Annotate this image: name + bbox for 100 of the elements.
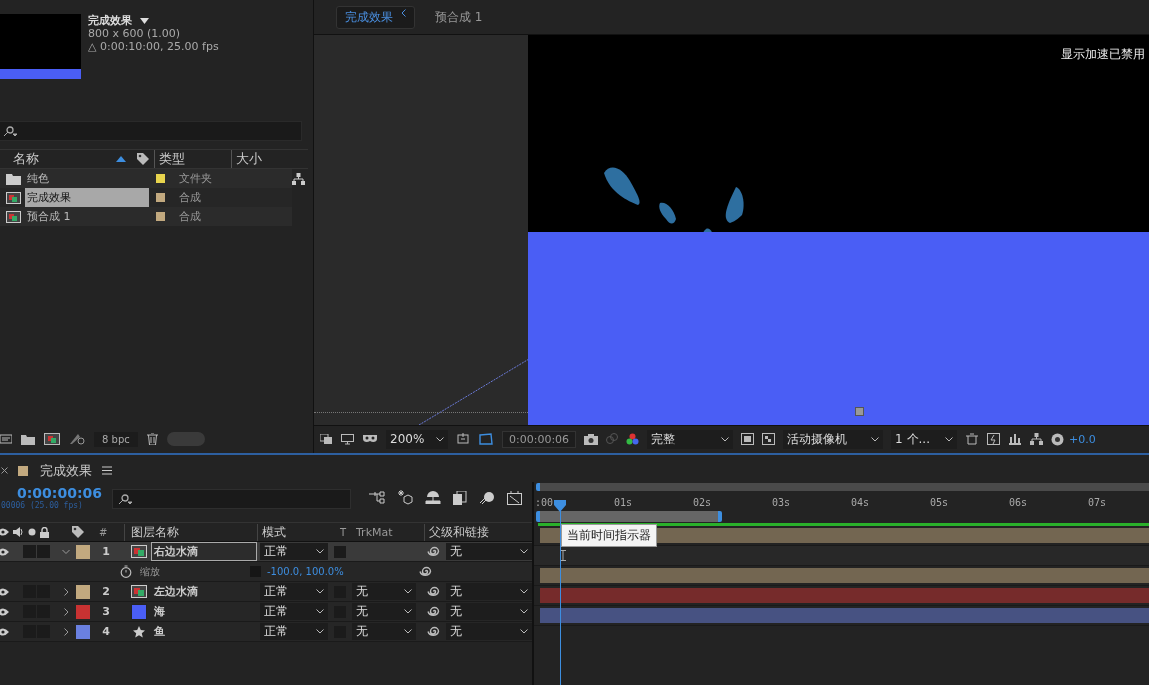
resolution-dropdown[interactable]: 完整 bbox=[647, 429, 734, 449]
solo-checkbox[interactable] bbox=[23, 545, 36, 558]
composition-tab[interactable]: 完成效果 bbox=[336, 5, 415, 29]
layer-row[interactable]: 4 鱼 正常 无 无 bbox=[0, 622, 532, 642]
trash-icon[interactable] bbox=[146, 433, 158, 445]
close-icon[interactable] bbox=[1, 467, 8, 474]
label-swatch[interactable] bbox=[76, 624, 90, 639]
layer-row[interactable]: 1 右边水滴 正常 无 bbox=[0, 542, 532, 562]
preserve-transparency-checkbox[interactable] bbox=[334, 545, 346, 558]
solo-dot-icon[interactable] bbox=[28, 528, 36, 536]
snapshot-stack-icon[interactable] bbox=[320, 433, 333, 445]
label-tag-icon[interactable] bbox=[71, 525, 85, 539]
lock-icon[interactable] bbox=[40, 526, 49, 538]
column-header[interactable]: TrkMat bbox=[356, 525, 424, 539]
search-field[interactable] bbox=[112, 489, 351, 509]
parent-dropdown[interactable]: 无 bbox=[446, 583, 532, 600]
pick-whip-icon[interactable] bbox=[419, 565, 432, 578]
current-time-field[interactable]: 0:00:00:06 bbox=[502, 430, 577, 448]
shy-layers-icon[interactable] bbox=[425, 491, 441, 504]
folder-icon[interactable] bbox=[21, 433, 35, 445]
label-swatch[interactable] bbox=[76, 544, 90, 559]
zoom-dropdown[interactable]: 200% bbox=[386, 429, 448, 449]
track-matte-dropdown[interactable]: 无 bbox=[352, 583, 416, 600]
mode-dropdown[interactable]: 正常 bbox=[260, 543, 328, 560]
layer-name[interactable]: 鱼 bbox=[151, 622, 257, 641]
exposure-value[interactable]: +0.0 bbox=[1069, 432, 1096, 446]
column-header[interactable]: 名称 bbox=[0, 150, 116, 168]
lock-checkbox[interactable] bbox=[37, 545, 50, 558]
column-header[interactable]: 类型 bbox=[154, 150, 231, 168]
search-field[interactable] bbox=[0, 121, 302, 141]
column-header[interactable]: 父级和链接 bbox=[424, 523, 489, 541]
checkerboard-icon[interactable] bbox=[762, 433, 776, 445]
eye-icon[interactable] bbox=[0, 607, 9, 616]
anchor-handle[interactable] bbox=[855, 407, 864, 416]
interpret-footage-icon[interactable] bbox=[0, 434, 12, 444]
frame-blending-icon[interactable] bbox=[453, 490, 467, 505]
label-swatch[interactable] bbox=[76, 584, 90, 599]
menu-icon[interactable] bbox=[102, 466, 112, 475]
draft-3d-icon[interactable] bbox=[397, 490, 413, 505]
layer-row[interactable]: 3 海 正常 无 无 bbox=[0, 602, 532, 622]
pick-whip-icon[interactable] bbox=[427, 625, 440, 638]
ruler-tick: 04s bbox=[851, 497, 870, 508]
eye-icon[interactable] bbox=[0, 528, 9, 536]
layer-name[interactable]: 右边水滴 bbox=[151, 542, 257, 561]
parent-dropdown[interactable]: 无 bbox=[446, 543, 532, 560]
flowchart-icon[interactable] bbox=[292, 173, 305, 185]
bit-depth-button[interactable]: 8 bpc bbox=[94, 431, 138, 447]
camera-dropdown[interactable]: 活动摄像机 bbox=[783, 429, 884, 449]
dropdown-icon[interactable] bbox=[140, 17, 149, 24]
mode-dropdown[interactable]: 正常 bbox=[260, 583, 328, 600]
view-layout-dropdown[interactable]: 1 个... bbox=[891, 429, 958, 449]
layer-name[interactable]: 海 bbox=[151, 602, 257, 621]
project-item[interactable]: 纯色 bbox=[25, 169, 149, 188]
region-of-interest-icon[interactable] bbox=[741, 433, 755, 445]
parent-dropdown[interactable]: 无 bbox=[446, 603, 532, 620]
pick-whip-icon[interactable] bbox=[427, 585, 440, 598]
column-header[interactable]: 图层名称 bbox=[124, 523, 257, 541]
track-matte-dropdown[interactable]: 无 bbox=[352, 623, 416, 640]
column-header[interactable]: 模式 bbox=[257, 523, 340, 541]
pick-whip-icon[interactable] bbox=[427, 605, 440, 618]
composition-tab[interactable]: 预合成 1 bbox=[427, 6, 491, 28]
eye-icon[interactable] bbox=[0, 627, 9, 636]
project-item[interactable]: 预合成 1 bbox=[25, 207, 149, 226]
property-value[interactable]: -100.0, 100.0% bbox=[267, 566, 417, 577]
exposure-reset-icon[interactable] bbox=[1051, 432, 1065, 446]
flowchart-icon[interactable] bbox=[1030, 433, 1044, 445]
graph-editor-icon[interactable] bbox=[507, 490, 522, 505]
label-swatch[interactable] bbox=[156, 193, 165, 202]
composition-flowchart-icon[interactable] bbox=[369, 491, 385, 504]
timeline-tab[interactable]: 完成效果 bbox=[40, 461, 92, 480]
label-swatch[interactable] bbox=[156, 174, 165, 183]
caret-icon bbox=[404, 629, 412, 634]
motion-blur-icon[interactable] bbox=[479, 490, 495, 505]
timeline-icon[interactable] bbox=[1008, 433, 1023, 445]
current-time[interactable]: 0:00:00:06 bbox=[0, 485, 112, 501]
pick-whip-icon[interactable] bbox=[427, 545, 440, 558]
mask-icon[interactable] bbox=[362, 433, 378, 445]
mode-dropdown[interactable]: 正常 bbox=[260, 603, 328, 620]
sort-up-icon[interactable] bbox=[116, 156, 126, 162]
label-swatch[interactable] bbox=[76, 604, 90, 619]
column-header[interactable]: 大小 bbox=[231, 150, 262, 168]
track-matte-dropdown[interactable]: 无 bbox=[352, 603, 416, 620]
parent-dropdown[interactable]: 无 bbox=[446, 623, 532, 640]
color-channels-icon[interactable] bbox=[626, 433, 640, 445]
stopwatch-icon[interactable] bbox=[120, 565, 132, 578]
label-swatch[interactable] bbox=[156, 212, 165, 221]
camera-icon[interactable] bbox=[584, 433, 599, 445]
mode-dropdown[interactable]: 正常 bbox=[260, 623, 328, 640]
layer-row[interactable]: 2 左边水滴 正常 无 无 bbox=[0, 582, 532, 602]
project-item[interactable]: 完成效果 bbox=[25, 188, 149, 207]
monitor-icon[interactable] bbox=[341, 433, 354, 445]
share-view-icon[interactable] bbox=[965, 433, 980, 445]
eye-icon[interactable] bbox=[0, 587, 9, 596]
chevron-left-icon[interactable] bbox=[401, 8, 406, 17]
layer-name[interactable]: 左边水滴 bbox=[151, 582, 257, 601]
composition-icon[interactable] bbox=[44, 433, 60, 445]
region-icon[interactable] bbox=[456, 433, 470, 445]
speaker-icon[interactable] bbox=[13, 527, 24, 537]
eye-icon[interactable] bbox=[0, 547, 9, 556]
fast-preview-icon[interactable] bbox=[987, 433, 1001, 445]
